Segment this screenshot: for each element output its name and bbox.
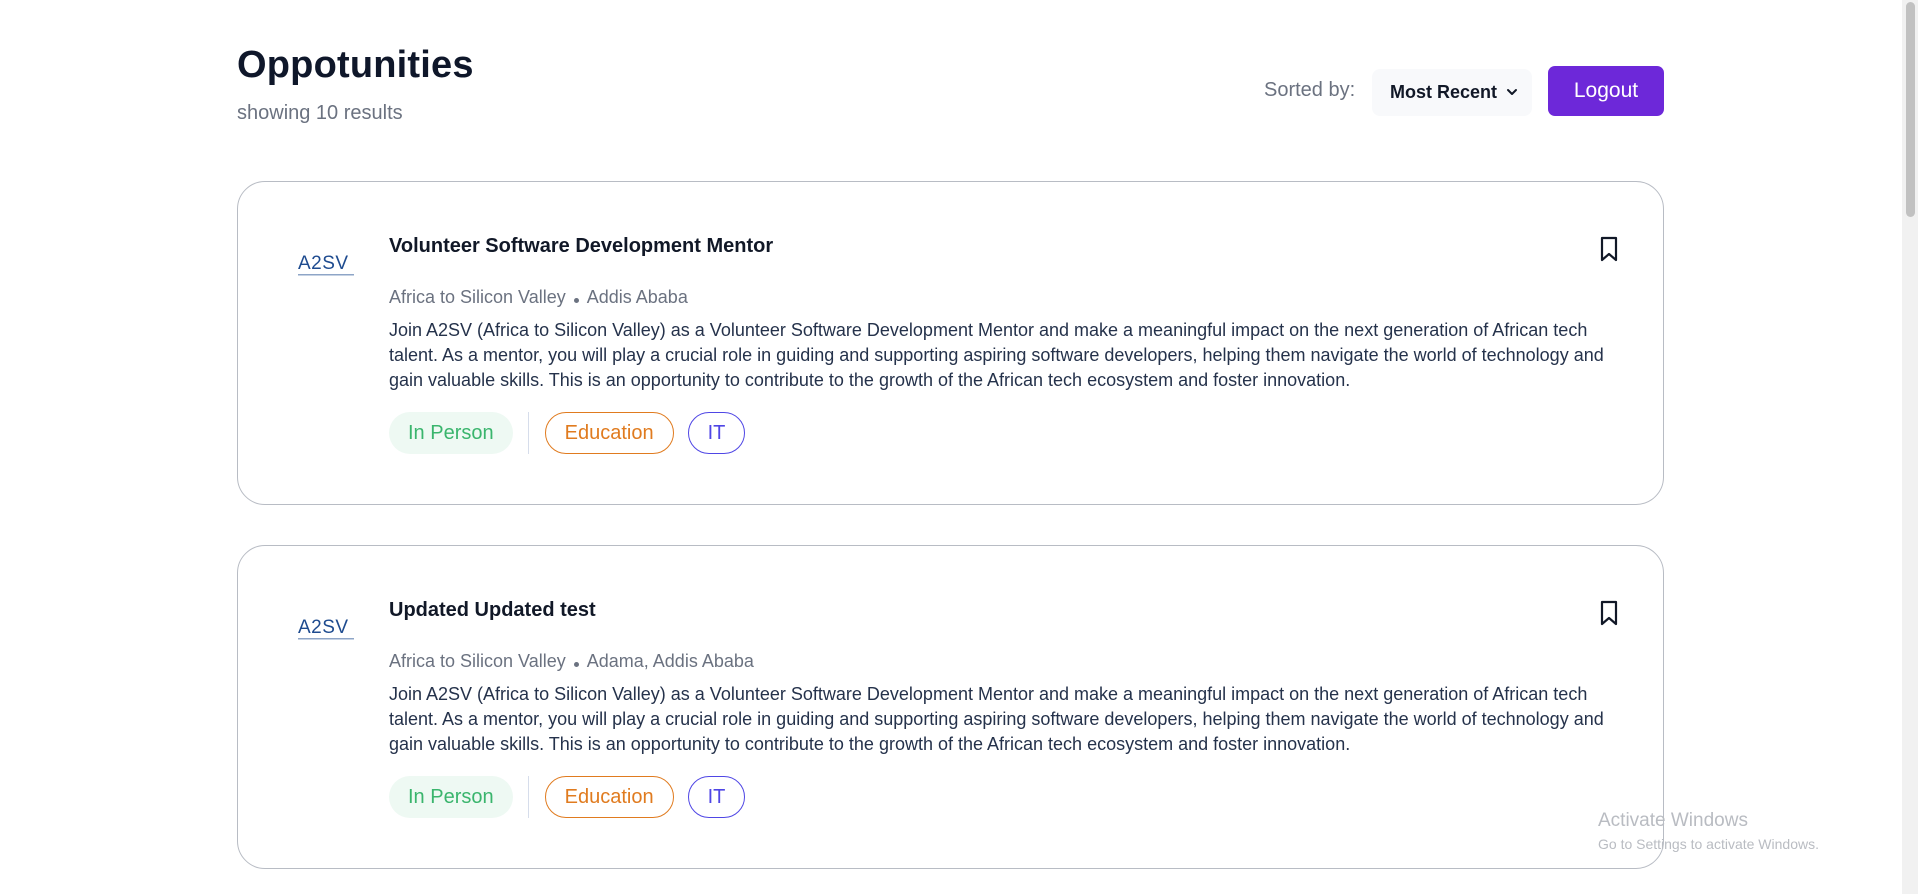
tag-divider <box>527 412 529 454</box>
tag-list: In Person Education IT <box>389 412 746 454</box>
logo-text: A2SV <box>298 617 349 638</box>
tag-divider <box>527 776 529 818</box>
vertical-scrollbar[interactable] <box>1902 0 1918 894</box>
bookmark-icon[interactable] <box>1598 600 1620 626</box>
results-count: showing 10 results <box>237 102 403 124</box>
logout-button[interactable]: Logout <box>1548 66 1664 116</box>
opportunity-description: Join A2SV (Africa to Silicon Valley) as … <box>389 320 1604 390</box>
location: Addis Ababa <box>586 287 688 307</box>
opportunity-meta: Africa to Silicon Valley Adama, Addis Ab… <box>389 651 754 672</box>
separator-dot <box>573 298 579 303</box>
chevron-down-icon <box>1507 89 1517 95</box>
company-logo: A2SV <box>298 253 354 276</box>
tag-list: In Person Education IT <box>389 776 746 818</box>
opportunity-card[interactable]: A2SV Volunteer Software Development Ment… <box>237 181 1664 505</box>
location: Adama, Addis Ababa <box>586 651 754 671</box>
opportunity-card[interactable]: A2SV Updated Updated test Africa to Sili… <box>237 545 1664 869</box>
company-name: Africa to Silicon Valley <box>389 651 566 671</box>
opportunity-title: Volunteer Software Development Mentor <box>389 235 774 257</box>
page-title: Oppotunities <box>237 44 474 86</box>
windows-activation-watermark: Activate Windows Go to Settings to activ… <box>1598 810 1819 852</box>
company-logo: A2SV <box>298 617 354 640</box>
watermark-line2: Go to Settings to activate Windows. <box>1598 836 1819 852</box>
tag-in-person: In Person <box>389 412 513 454</box>
sort-label: Sorted by: <box>1264 79 1356 101</box>
sort-value: Most Recent <box>1390 82 1498 102</box>
opportunity-meta: Africa to Silicon Valley Addis Ababa <box>389 287 688 308</box>
bookmark-icon[interactable] <box>1598 236 1620 262</box>
company-name: Africa to Silicon Valley <box>389 287 566 307</box>
tag-education: Education <box>544 412 674 454</box>
tag-in-person: In Person <box>389 776 513 818</box>
separator-dot <box>573 662 579 667</box>
tag-education: Education <box>544 776 674 818</box>
scrollbar-thumb[interactable] <box>1906 2 1915 217</box>
tag-it: IT <box>687 412 746 454</box>
tag-it: IT <box>687 776 746 818</box>
logo-text: A2SV <box>298 253 349 274</box>
opportunity-description: Join A2SV (Africa to Silicon Valley) as … <box>389 684 1604 754</box>
watermark-line1: Activate Windows <box>1598 810 1748 831</box>
opportunities-page: Oppotunities showing 10 results Sorted b… <box>0 0 1918 894</box>
opportunity-title: Updated Updated test <box>389 599 596 621</box>
sort-dropdown[interactable]: Most Recent <box>1372 69 1532 116</box>
